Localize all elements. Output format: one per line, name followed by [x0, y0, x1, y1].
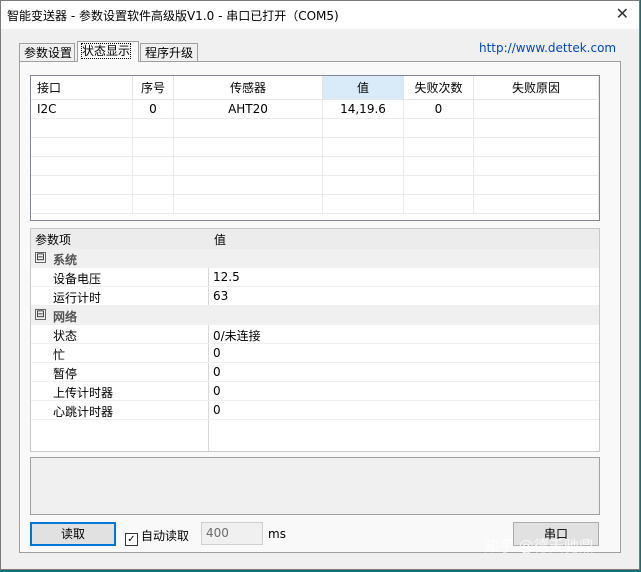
sensor-table[interactable]: 接口 序号 传感器 值 失败次数 失败原因 I2C 0 AHT20 14,19.… [30, 75, 600, 221]
property-grid[interactable]: 参数项 值 ⊟ 系统 设备电压 12.5 运行计时 63 ⊟ 网络 状态 0/未… [30, 228, 600, 452]
tab-parameter-settings[interactable]: 参数设置 [19, 43, 75, 61]
column-header-fail-count[interactable]: 失败次数 [403, 76, 474, 100]
property-value: 0 [213, 346, 221, 360]
sensor-table-header: 接口 序号 传感器 值 失败次数 失败原因 [31, 76, 599, 100]
cell-sensor: AHT20 [173, 99, 323, 119]
interval-unit: ms [268, 527, 286, 541]
property-row[interactable]: 设备电压 12.5 [31, 268, 599, 287]
tab-status-display[interactable]: 状态显示 [77, 41, 139, 62]
cell-fail-reason [473, 99, 599, 119]
cell-fail-count: 0 [403, 99, 474, 119]
property-row[interactable]: 状态 0/未连接 [31, 325, 599, 344]
property-value: 0 [213, 365, 221, 379]
collapse-icon[interactable]: ⊟ [35, 309, 46, 320]
table-row-empty [31, 156, 599, 176]
collapse-icon[interactable]: ⊟ [35, 252, 46, 263]
website-link[interactable]: http://www.dettek.com [479, 41, 616, 55]
category-system[interactable]: ⊟ 系统 [31, 249, 599, 268]
property-value: 0 [213, 384, 221, 398]
auto-read-label: 自动读取 [141, 529, 190, 543]
property-value: 0/未连接 [213, 329, 261, 343]
property-name: 心跳计时器 [53, 405, 114, 419]
close-icon[interactable]: ✕ [616, 4, 629, 23]
property-row[interactable]: 忙 0 [31, 344, 599, 363]
category-label: 网络 [53, 310, 78, 324]
title-bar: 智能变送器 - 参数设置软件高级版V1.0 - 串口已打开（COM5) ✕ [1, 1, 639, 29]
category-network[interactable]: ⊟ 网络 [31, 306, 599, 325]
property-value: 0 [213, 403, 221, 417]
property-row[interactable]: 运行计时 63 [31, 287, 599, 306]
property-grid-header: 参数项 值 [31, 229, 599, 250]
window-title: 智能变送器 - 参数设置软件高级版V1.0 - 串口已打开（COM5) [7, 9, 339, 23]
table-row-empty [31, 194, 599, 214]
read-button[interactable]: 读取 [30, 522, 116, 546]
interval-input[interactable]: 400 [201, 522, 263, 545]
category-label: 系统 [53, 253, 78, 267]
column-header-sensor[interactable]: 传感器 [173, 76, 323, 100]
property-value: 12.5 [213, 270, 240, 284]
property-value: 63 [213, 289, 229, 303]
column-header-fail-reason[interactable]: 失败原因 [473, 76, 599, 100]
property-name: 忙 [53, 348, 66, 362]
property-row[interactable]: 上传计时器 0 [31, 382, 599, 401]
watermark: 知乎 @德天驰鼎 [484, 537, 594, 555]
table-row-empty [31, 137, 599, 157]
main-window: 智能变送器 - 参数设置软件高级版V1.0 - 串口已打开（COM5) ✕ 参数… [0, 0, 640, 570]
header-param-name: 参数项 [35, 233, 72, 247]
checkbox-check-icon[interactable]: ✓ [125, 533, 138, 546]
description-panel [30, 457, 600, 515]
cell-index: 0 [132, 99, 174, 119]
table-row-empty [31, 175, 599, 195]
property-name: 状态 [53, 329, 78, 343]
table-row[interactable]: I2C 0 AHT20 14,19.6 0 [31, 99, 599, 119]
property-row[interactable]: 暂停 0 [31, 363, 599, 382]
property-name: 设备电压 [53, 272, 102, 286]
cell-value: 14,19.6 [322, 99, 404, 119]
property-name: 暂停 [53, 367, 78, 381]
tab-firmware-upgrade[interactable]: 程序升级 [140, 43, 198, 61]
property-name: 上传计时器 [53, 386, 114, 400]
column-header-value[interactable]: 值 [322, 76, 404, 100]
cell-interface: I2C [31, 99, 133, 119]
property-row[interactable]: 心跳计时器 0 [31, 401, 599, 420]
table-row-empty [31, 118, 599, 138]
column-header-index[interactable]: 序号 [132, 76, 174, 100]
column-header-interface[interactable]: 接口 [31, 76, 133, 100]
auto-read-checkbox[interactable]: ✓ 自动读取 [125, 527, 189, 546]
header-param-value: 值 [214, 233, 227, 247]
property-name: 运行计时 [53, 291, 102, 305]
